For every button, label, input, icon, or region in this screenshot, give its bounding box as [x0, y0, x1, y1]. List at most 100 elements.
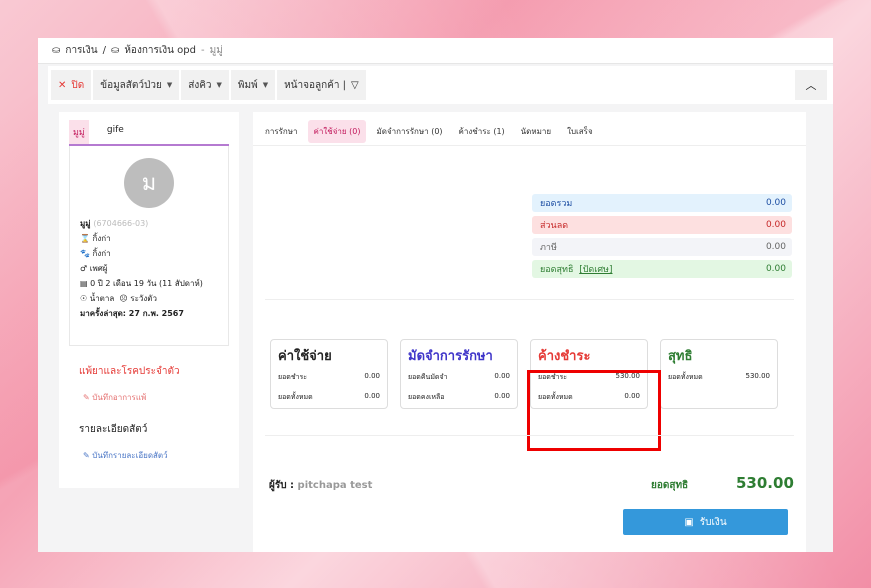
summary-cards: ค่าใช้จ่าย ยอดชำระ 0.00 ยอดทั้งหมด 0.00 มั…: [270, 339, 778, 409]
close-label: ปิด: [71, 79, 85, 91]
pay-label: รับเงิน: [699, 516, 727, 528]
cashier-icon: ⛀: [110, 45, 120, 56]
breadcrumb-sep: /: [102, 45, 106, 56]
tab-treatment[interactable]: การรักษา: [259, 120, 304, 143]
patient-tab-0[interactable]: มูมู่: [69, 120, 89, 144]
close-icon: ✕: [58, 79, 67, 91]
pet-info-label: ข้อมูลสัตว์ป่วย: [100, 79, 162, 91]
toolbar: ✕ ปิด ข้อมูลสัตว์ป่วย ▼ ส่งคิว ▼ พิมพ์ ▼ หน้…: [48, 66, 833, 104]
temper: ระวังตัว: [130, 294, 157, 303]
queue-label: ส่งคิว: [188, 79, 212, 91]
row-label: ยอดคืนมัดจำ: [408, 373, 448, 381]
patient-card: ม มูมู่ (6704666-03) ⌛ กิ้งก่า 🐾 กิ้งก่า…: [69, 146, 229, 346]
close-button[interactable]: ✕ ปิด: [51, 70, 92, 100]
palette-icon: ☉: [80, 294, 88, 303]
avatar: ม: [124, 158, 174, 208]
summary-discount: ส่วนลด 0.00: [532, 216, 792, 234]
allergy-link[interactable]: ✎ บันทึกอาการแพ้: [83, 391, 239, 404]
print-dropdown[interactable]: พิมพ์ ▼: [230, 70, 276, 100]
row-value: 0.00: [494, 372, 510, 380]
tax-value: 0.00: [765, 242, 786, 252]
patient-id: (6704666-03): [93, 219, 149, 228]
tab-receipt[interactable]: ใบเสร็จ: [561, 120, 599, 143]
row-label: ยอดทั้งหมด: [538, 393, 573, 401]
main-panel: การรักษา ค่าใช้จ่าย (0) มัดจำการรักษา (0…: [253, 112, 806, 552]
cashier-icon: ⛀: [52, 45, 61, 56]
discount-label: ส่วนลด: [540, 221, 569, 231]
discount-value: 0.00: [765, 220, 786, 230]
outstanding-title: ค้างชำระ: [538, 349, 591, 364]
net-value: 0.00: [765, 264, 786, 274]
expense-title: ค่าใช้จ่าย: [278, 349, 332, 364]
divider: [265, 299, 794, 300]
breadcrumb-dash: -: [201, 45, 205, 56]
main-tabs: การรักษา ค่าใช้จ่าย (0) มัดจำการรักษา (0…: [253, 112, 806, 146]
receiver-label: ผู้รับ :: [269, 480, 295, 491]
detail-title: รายละเอียดสัตว์: [79, 424, 148, 435]
row-value: 530.00: [745, 372, 771, 380]
print-label: พิมพ์: [237, 79, 258, 91]
row-value: 530.00: [615, 372, 641, 380]
allergy-link-label: บันทึกอาการแพ้: [92, 393, 147, 402]
customer-screen-label: หน้าจอลูกค้า |: [284, 79, 347, 91]
pencil-icon: ✎: [83, 393, 90, 402]
row-label: ยอดชำระ: [278, 373, 308, 381]
pet-info-dropdown[interactable]: ข้อมูลสัตว์ป่วย ▼: [93, 70, 180, 100]
net-card: สุทธิ ยอดทั้งหมด 530.00: [660, 339, 778, 409]
deposit-title: มัดจำการรักษา: [408, 349, 493, 364]
receiver-name: pitchapa test: [297, 480, 373, 491]
net-title: สุทธิ: [668, 349, 693, 364]
total-value: 0.00: [765, 198, 786, 208]
queue-dropdown[interactable]: ส่งคิว ▼: [181, 70, 229, 100]
row-value: 0.00: [364, 392, 380, 400]
patient-name: มูมู่: [80, 219, 91, 228]
calendar-icon: ▤: [80, 279, 88, 288]
total-label: ยอดรวม: [540, 199, 573, 209]
footer-net-label: ยอดสุทธิ: [651, 480, 689, 491]
tab-appointment[interactable]: นัดหมาย: [515, 120, 557, 143]
row-value: 0.00: [364, 372, 380, 380]
app-window: ⛀ การเงิน / ⛀ ห้องการเงิน opd - มูมู่ ✕ ป…: [38, 38, 833, 552]
row-value: 0.00: [494, 392, 510, 400]
paw-icon: 🐾: [80, 249, 90, 258]
tab-outstanding[interactable]: ค้างชำระ (1): [453, 120, 511, 143]
allergy-title: แพ้ยาและโรคประจำตัว: [79, 366, 180, 377]
receive-payment-button[interactable]: ▣ รับเงิน: [623, 509, 788, 535]
patient-tab-1[interactable]: gife: [103, 120, 128, 144]
tab-expense[interactable]: ค่าใช้จ่าย (0): [307, 120, 367, 143]
caret-down-icon: ▼: [166, 81, 173, 89]
face-icon: ☹: [119, 294, 128, 303]
color: น้ำตาล: [89, 294, 115, 303]
breed: กิ้งก่า: [92, 249, 111, 258]
summary-tax: ภาษี 0.00: [532, 238, 792, 256]
detail-link[interactable]: ✎ บันทึกรายละเอียดสัตว์: [83, 449, 239, 462]
row-value: 0.00: [624, 392, 640, 400]
chevron-up-icon: ︿: [805, 79, 817, 92]
hourglass-icon: ⌛: [80, 234, 90, 243]
patient-sidebar: มูมู่ gife ม มูมู่ (6704666-03) ⌛ กิ้งก่…: [59, 112, 239, 488]
male-icon: ♂: [80, 264, 88, 273]
breadcrumb-patient: มูมู่: [209, 45, 223, 56]
species: กิ้งก่า: [92, 234, 111, 243]
age: 0 ปี 2 เดือน 19 วัน (11 สัปดาห์): [90, 279, 203, 288]
breadcrumb-page[interactable]: ห้องการเงิน opd: [124, 43, 196, 58]
pencil-icon: ✎: [83, 451, 90, 460]
tab-deposit[interactable]: มัดจำการรักษา (0): [370, 120, 448, 143]
round-link[interactable]: [ปัดเศษ]: [579, 265, 612, 275]
row-label: ยอดชำระ: [538, 373, 568, 381]
expense-card: ค่าใช้จ่าย ยอดชำระ 0.00 ยอดทั้งหมด 0.00: [270, 339, 388, 409]
detail-link-label: บันทึกรายละเอียดสัตว์: [92, 451, 168, 460]
row-label: ยอดคงเหลือ: [408, 393, 445, 401]
caret-down-icon: ▼: [262, 81, 269, 89]
caret-down-icon: ▼: [216, 81, 222, 89]
breadcrumb: ⛀ การเงิน / ⛀ ห้องการเงิน opd - มูมู่: [38, 38, 833, 64]
breadcrumb-root[interactable]: การเงิน: [65, 43, 97, 58]
customer-screen-dropdown[interactable]: หน้าจอลูกค้า | ▽: [277, 70, 366, 100]
summary-net: ยอดสุทธิ [ปัดเศษ] 0.00: [532, 260, 792, 278]
summary: ยอดรวม 0.00 ส่วนลด 0.00 ภาษี 0.00 ยอดสุทธิ …: [532, 194, 792, 282]
last-visit: มาครั้งล่าสุด: 27 ก.พ. 2567: [80, 309, 184, 318]
footer-net-value: 530.00: [736, 474, 794, 492]
receiver: ผู้รับ : pitchapa test: [269, 478, 372, 493]
collapse-button[interactable]: ︿: [795, 70, 827, 100]
sex: เพศผู้: [89, 264, 108, 273]
